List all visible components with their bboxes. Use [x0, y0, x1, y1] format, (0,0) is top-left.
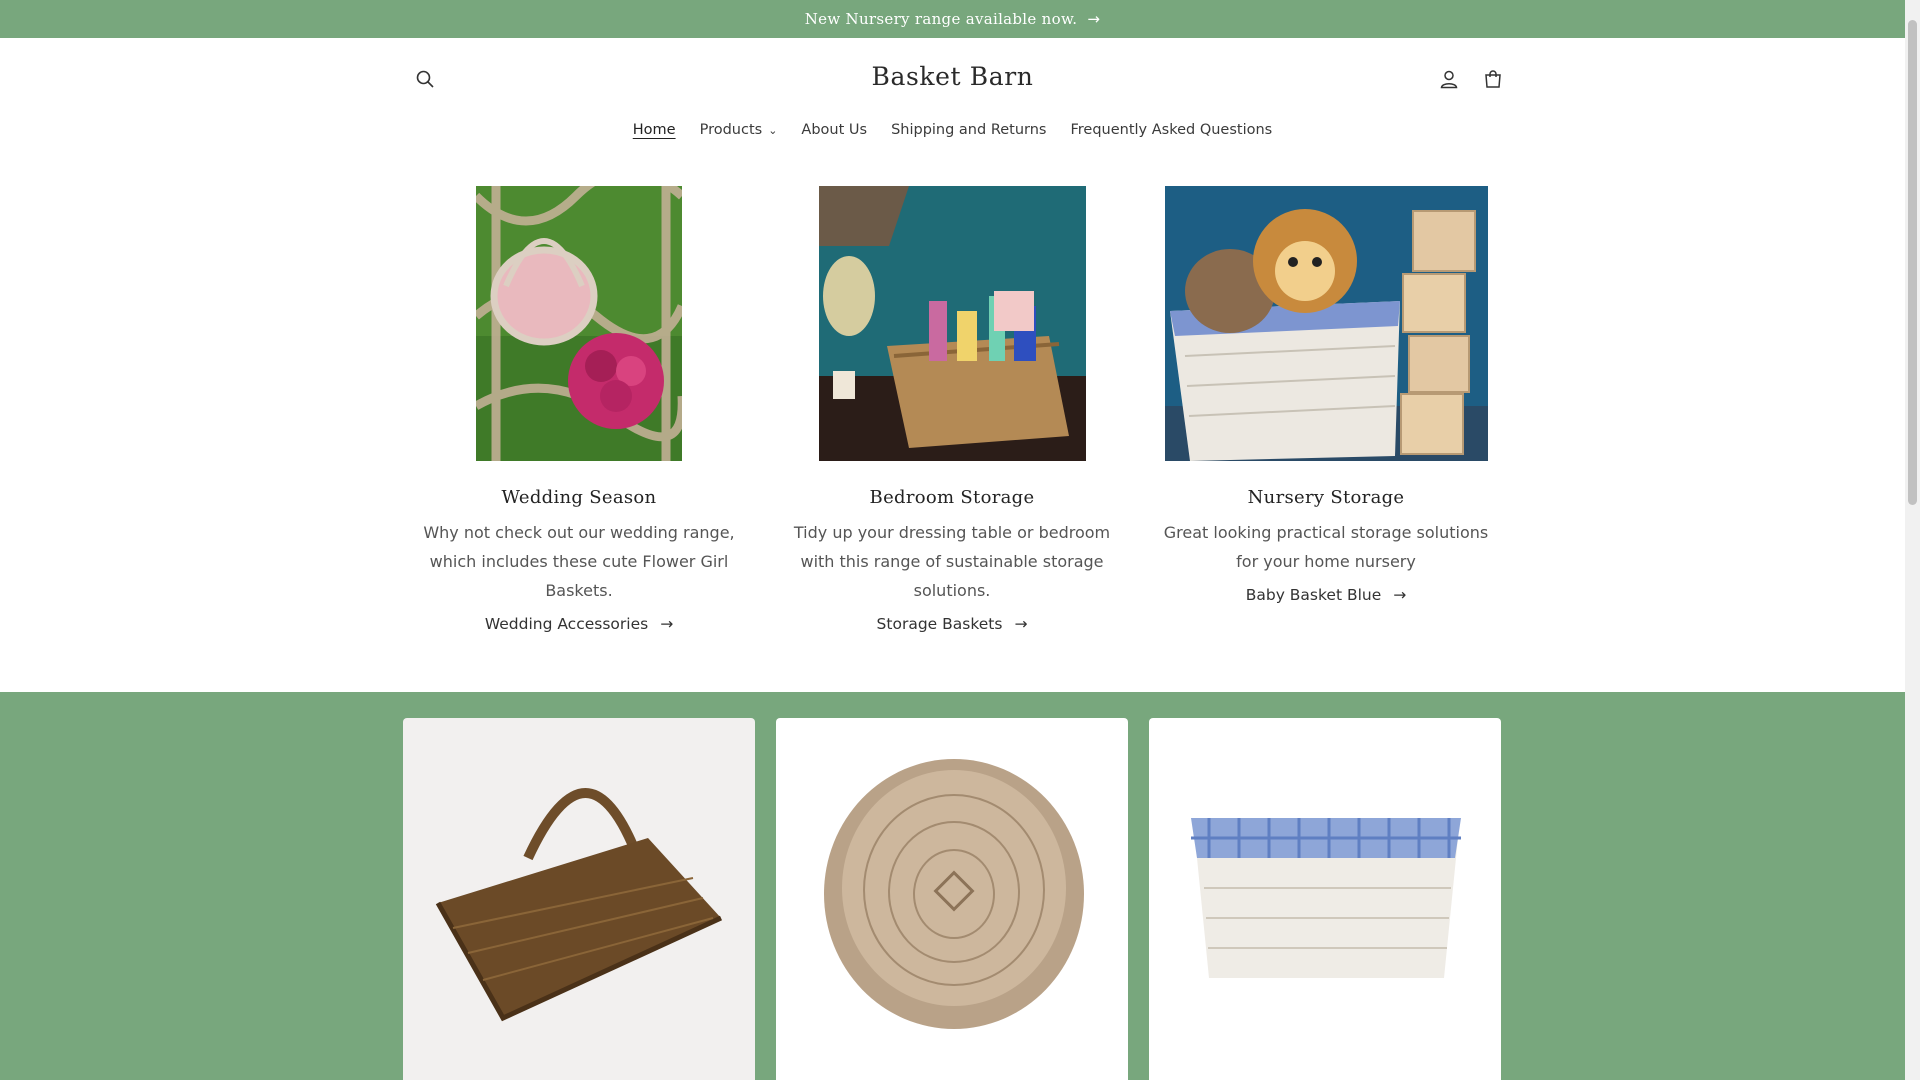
arrow-right-icon: → — [1014, 615, 1028, 633]
account-button[interactable] — [1434, 64, 1464, 94]
account-icon — [1440, 70, 1458, 89]
feature-nursery: Nursery Storage Great looking practical … — [1156, 186, 1496, 604]
nav-item-shipping[interactable]: Shipping and Returns — [879, 122, 1058, 138]
main-nav: Home Products ⌄ About Us Shipping and Re… — [0, 122, 1905, 138]
nav-item-products[interactable]: Products ⌄ — [688, 122, 790, 138]
nav-item-about-us[interactable]: About Us — [789, 122, 879, 138]
feature-title: Wedding Season — [501, 487, 657, 508]
wedding-image — [476, 186, 682, 461]
arrow-right-icon: → — [1393, 586, 1407, 604]
site-header: Basket Barn Home Products ⌄ About Us Shi… — [0, 38, 1905, 178]
storage-baskets-link[interactable]: Storage Baskets → — [877, 615, 1028, 633]
feature-text: Tidy up your dressing table or bedroom w… — [793, 523, 1111, 600]
cart-icon — [1485, 70, 1501, 88]
feature-text: Why not check out our wedding range, whi… — [423, 523, 735, 600]
product-card[interactable] — [1149, 718, 1501, 1080]
nav-item-faq[interactable]: Frequently Asked Questions — [1058, 122, 1284, 138]
feature-text: Great looking practical storage solution… — [1163, 523, 1489, 571]
page-scrollbar[interactable] — [1905, 0, 1920, 1080]
arrow-right-icon: → — [1087, 10, 1101, 28]
site-logo[interactable]: Basket Barn — [0, 62, 1905, 91]
white-basket-blue-liner-image — [1191, 818, 1461, 978]
chevron-down-icon: ⌄ — [768, 123, 778, 137]
feature-bedroom: Bedroom Storage Tidy up your dressing ta… — [782, 186, 1122, 633]
feature-section: Wedding Season Why not check out our wed… — [0, 186, 1905, 692]
product-card[interactable] — [403, 718, 755, 1080]
round-wicker-basket-image — [824, 759, 1084, 1029]
feature-wedding: Wedding Season Why not check out our wed… — [409, 186, 749, 633]
feature-title: Nursery Storage — [1247, 487, 1405, 508]
nav-item-home[interactable]: Home — [621, 122, 688, 138]
feature-title: Bedroom Storage — [869, 487, 1035, 508]
link-label: Baby Basket Blue — [1245, 586, 1382, 604]
announcement-bar[interactable]: New Nursery range available now. → — [0, 0, 1905, 38]
nav-item-label: Products — [699, 122, 763, 138]
wedding-accessories-link[interactable]: Wedding Accessories → — [485, 615, 673, 633]
product-card[interactable] — [776, 718, 1128, 1080]
arrow-right-icon: → — [660, 615, 674, 633]
bedroom-image — [818, 186, 1086, 461]
scrollbar-thumb[interactable] — [1908, 20, 1917, 505]
nursery-image — [1164, 186, 1488, 461]
link-label: Storage Baskets — [876, 615, 1003, 633]
wicker-basket-image — [435, 788, 723, 1022]
link-label: Wedding Accessories — [484, 615, 649, 633]
cart-button[interactable] — [1478, 64, 1508, 94]
announcement-text[interactable]: New Nursery range available now. — [805, 10, 1078, 28]
baby-basket-blue-link[interactable]: Baby Basket Blue → — [1246, 586, 1407, 604]
